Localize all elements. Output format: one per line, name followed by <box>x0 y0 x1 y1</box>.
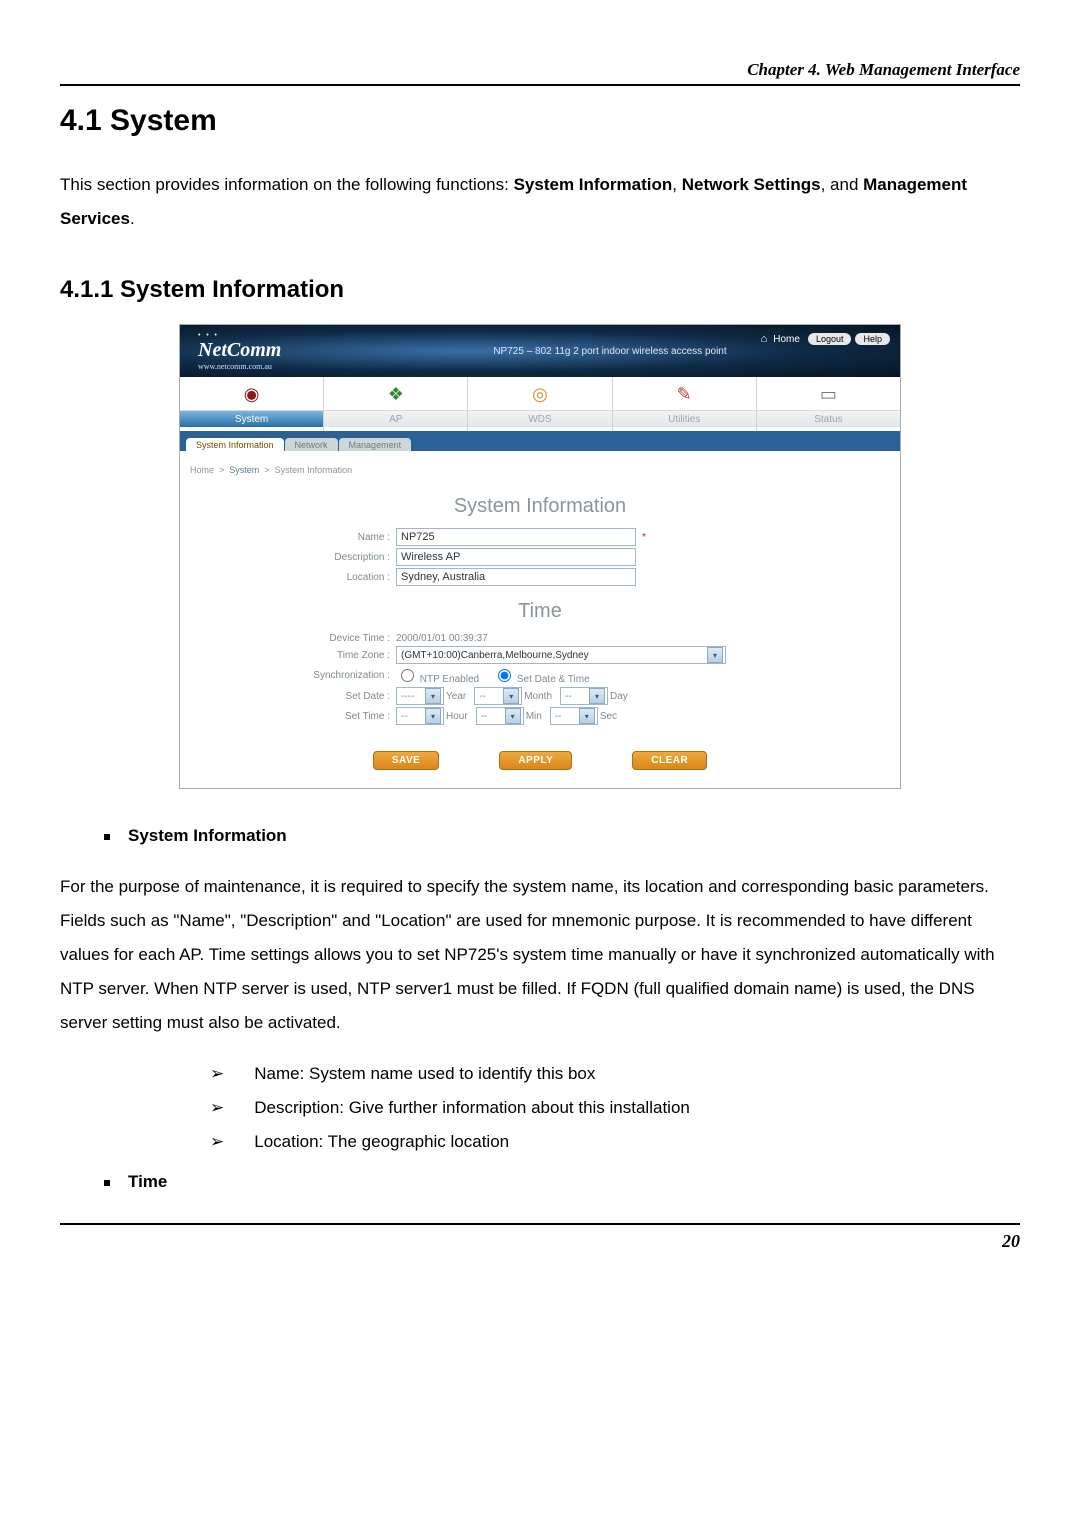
hour-select[interactable]: --▾ <box>396 707 444 725</box>
chevron-down-icon: ▾ <box>503 688 519 704</box>
subtab-management[interactable]: Management <box>339 438 412 451</box>
intro-sep-2: , and <box>821 175 864 194</box>
subsection-heading: 4.1.1 System Information <box>60 276 1020 304</box>
arrow-icon: ➢ <box>210 1064 224 1083</box>
timezone-value: (GMT+10:00)Canberra,Melbourne,Sydney <box>401 650 589 661</box>
intro-sep-1: , <box>672 175 681 194</box>
name-input[interactable] <box>396 528 636 546</box>
sub-item-location: ➢Location: The geographic location <box>210 1125 1020 1159</box>
home-link[interactable]: Home <box>773 334 800 345</box>
year-select[interactable]: ----▾ <box>396 687 444 705</box>
section-intro: This section provides information on the… <box>60 168 1020 236</box>
required-icon: * <box>642 532 646 543</box>
bullet-system-information: System Information <box>104 819 1020 853</box>
square-bullet-icon <box>104 834 110 840</box>
system-icon: ◉ <box>244 384 260 405</box>
wds-icon: ◎ <box>532 384 548 405</box>
sec-unit: Sec <box>600 711 617 722</box>
setdate-label: Set Date : <box>180 691 396 702</box>
min-unit: Min <box>526 711 542 722</box>
square-bullet-icon <box>104 1180 110 1186</box>
settime-label: Set Time : <box>180 711 396 722</box>
chevron-down-icon: ▾ <box>425 688 441 704</box>
brand-url: www.netcomm.com.au <box>198 362 281 371</box>
sync-ntp-radio[interactable]: NTP Enabled <box>396 666 479 685</box>
device-time-value: 2000/01/01 00:39:37 <box>396 633 488 644</box>
chevron-down-icon: ▾ <box>707 647 723 663</box>
description-input[interactable] <box>396 548 636 566</box>
timezone-select[interactable]: (GMT+10:00)Canberra,Melbourne,Sydney ▾ <box>396 646 726 664</box>
sec-select[interactable]: --▾ <box>550 707 598 725</box>
crumb-current: System Information <box>275 465 353 475</box>
crumb-system[interactable]: System <box>229 465 259 475</box>
arrow-icon: ➢ <box>210 1098 224 1117</box>
apply-button[interactable]: APPLY <box>499 751 572 770</box>
intro-end: . <box>130 209 135 228</box>
save-button[interactable]: SAVE <box>373 751 440 770</box>
description-label: Description : <box>180 552 396 563</box>
sync-label: Synchronization : <box>180 670 396 681</box>
ap-icon: ❖ <box>388 384 404 405</box>
sub-item-description: ➢Description: Give further information a… <box>210 1091 1020 1125</box>
min-select[interactable]: --▾ <box>476 707 524 725</box>
logout-button[interactable]: Logout <box>808 333 852 345</box>
header-rule <box>60 84 1020 86</box>
tab-ap[interactable]: ❖ AP <box>324 377 468 431</box>
subtab-system-information[interactable]: System Information <box>186 438 284 451</box>
breadcrumb: Home > System > System Information <box>180 451 900 481</box>
hour-unit: Hour <box>446 711 468 722</box>
panel-title-time: Time <box>180 600 900 623</box>
sub-tabs: System Information Network Management <box>180 431 900 451</box>
sync-manual-radio[interactable]: Set Date & Time <box>493 666 590 685</box>
month-unit: Month <box>524 691 552 702</box>
timezone-label: Time Zone : <box>180 650 396 661</box>
status-icon: ▭ <box>820 384 837 405</box>
day-select[interactable]: --▾ <box>560 687 608 705</box>
tab-status[interactable]: ▭ Status <box>757 377 900 431</box>
day-unit: Day <box>610 691 628 702</box>
subtab-network[interactable]: Network <box>285 438 338 451</box>
chevron-down-icon: ▾ <box>505 708 521 724</box>
page-number: 20 <box>1002 1231 1020 1251</box>
help-button[interactable]: Help <box>855 333 890 345</box>
brand-logo: • • • NetComm www.netcomm.com.au <box>198 331 281 371</box>
bullet1-body: For the purpose of maintenance, it is re… <box>60 870 1020 1040</box>
app-banner: • • • NetComm www.netcomm.com.au NP725 –… <box>180 325 900 377</box>
intro-bold-2: Network Settings <box>682 175 821 194</box>
bullet-time: Time <box>104 1165 1020 1199</box>
device-time-label: Device Time : <box>180 633 396 644</box>
utilities-icon: ✎ <box>677 384 692 405</box>
intro-text: This section provides information on the… <box>60 175 514 194</box>
location-input[interactable] <box>396 568 636 586</box>
year-unit: Year <box>446 691 466 702</box>
location-label: Location : <box>180 572 396 583</box>
sub-item-name: ➢Name: System name used to identify this… <box>210 1057 1020 1091</box>
brand-name: NetComm <box>198 339 281 362</box>
chevron-down-icon: ▾ <box>579 708 595 724</box>
tab-system[interactable]: ◉ System <box>180 377 324 431</box>
arrow-icon: ➢ <box>210 1132 224 1151</box>
tab-wds[interactable]: ◎ WDS <box>468 377 612 431</box>
month-select[interactable]: --▾ <box>474 687 522 705</box>
clear-button[interactable]: CLEAR <box>632 751 707 770</box>
home-icon[interactable]: ⌂ <box>761 333 768 345</box>
running-header: Chapter 4. Web Management Interface <box>60 60 1020 84</box>
section-heading: 4.1 System <box>60 104 1020 138</box>
page-footer: 20 <box>60 1223 1020 1252</box>
panel-title-system-info: System Information <box>180 495 900 518</box>
chevron-down-icon: ▾ <box>425 708 441 724</box>
intro-bold-1: System Information <box>514 175 673 194</box>
chevron-down-icon: ▾ <box>589 688 605 704</box>
name-label: Name : <box>180 532 396 543</box>
ui-screenshot: • • • NetComm www.netcomm.com.au NP725 –… <box>179 324 901 789</box>
main-tabs: ◉ System ❖ AP ◎ WDS ✎ Utilities ▭ Status <box>180 377 900 431</box>
tab-utilities[interactable]: ✎ Utilities <box>613 377 757 431</box>
banner-subtitle: NP725 – 802 11g 2 port indoor wireless a… <box>493 346 726 357</box>
crumb-home[interactable]: Home <box>190 465 214 475</box>
